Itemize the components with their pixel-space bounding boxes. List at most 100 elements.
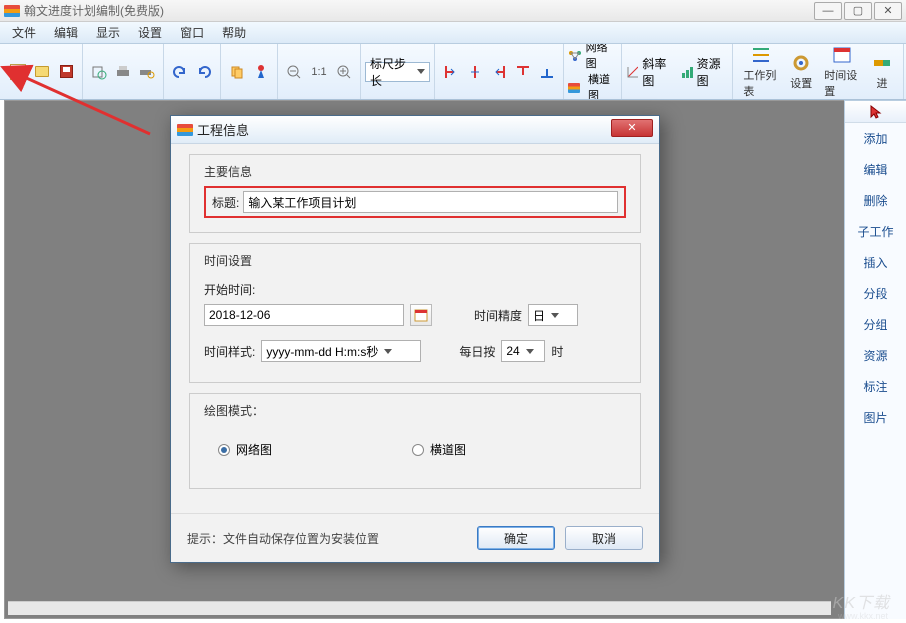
copy-button[interactable] <box>226 61 248 83</box>
ruler-step-label: 标尺步长 <box>370 55 411 89</box>
align-bottom-icon <box>539 64 555 80</box>
print-preview-button[interactable] <box>88 61 110 83</box>
radio-unchecked-icon <box>412 444 424 456</box>
chevron-down-icon <box>551 313 559 318</box>
ok-button[interactable]: 确定 <box>477 526 555 550</box>
right-sidebar: 添加 编辑 删除 子工作 插入 分段 分组 资源 标注 图片 <box>844 100 906 619</box>
progress-button[interactable]: 进 <box>865 51 899 93</box>
menu-edit[interactable]: 编辑 <box>46 22 86 43</box>
resource-chart-icon <box>680 65 692 79</box>
precision-label: 时间精度 <box>474 307 522 324</box>
dialog-hint: 提示：文件自动保存位置为安装位置 <box>187 530 467 547</box>
daily-hours-select[interactable]: 24 <box>501 340 545 362</box>
align-bottom-button[interactable] <box>536 61 558 83</box>
open-file-button[interactable] <box>31 61 53 83</box>
calendar-small-icon <box>414 308 428 322</box>
drawing-mode-group: 绘图模式： 网络图 横道图 <box>189 393 641 489</box>
zoom-reset-button[interactable]: 1:1 <box>307 61 331 83</box>
cancel-button[interactable]: 取消 <box>565 526 643 550</box>
align-right-button[interactable] <box>488 61 510 83</box>
save-file-button[interactable] <box>55 61 77 83</box>
start-date-input[interactable]: 2018-12-06 <box>204 304 404 326</box>
ruler-step-select[interactable]: 标尺步长 <box>365 62 430 82</box>
zoom-out-button[interactable] <box>283 61 305 83</box>
format-select[interactable]: yyyy-mm-dd H:m:s秒 <box>261 340 421 362</box>
radio-network-label: 网络图 <box>236 441 272 458</box>
progress-label: 进 <box>877 75 888 91</box>
sidebar-item-add[interactable]: 添加 <box>845 123 906 154</box>
format-label: 时间样式: <box>204 343 255 360</box>
title-input[interactable]: 输入某工作项目计划 <box>243 191 618 213</box>
dialog-close-button[interactable]: ✕ <box>611 119 653 137</box>
resource-chart-button[interactable]: 资源图 <box>680 55 728 89</box>
pointer-tool-button[interactable] <box>845 101 906 123</box>
align-right-icon <box>491 64 507 80</box>
daily-suffix: 时 <box>551 343 563 360</box>
time-settings-button[interactable]: 时间设置 <box>818 44 865 100</box>
horizontal-scrollbar[interactable] <box>8 601 831 615</box>
new-file-button[interactable] <box>7 61 29 83</box>
settings-big-label: 设置 <box>790 75 812 91</box>
print-button[interactable] <box>112 61 134 83</box>
time-settings-label: 时间设置 <box>824 67 859 99</box>
sidebar-item-subwork[interactable]: 子工作 <box>845 216 906 247</box>
redo-icon <box>196 64 212 80</box>
printer-icon <box>115 64 131 80</box>
drawing-mode-legend: 绘图模式： <box>200 402 268 419</box>
resource-label: 资源图 <box>697 55 729 89</box>
undo-button[interactable] <box>169 61 191 83</box>
sidebar-item-edit[interactable]: 编辑 <box>845 154 906 185</box>
maximize-button[interactable]: ▢ <box>844 2 872 20</box>
zoom-in-icon <box>336 64 352 80</box>
paste-button[interactable] <box>250 61 272 83</box>
sidebar-item-group[interactable]: 分组 <box>845 309 906 340</box>
worklist-button[interactable]: 工作列表 <box>737 44 784 100</box>
undo-icon <box>172 64 188 80</box>
close-button[interactable]: ✕ <box>874 2 902 20</box>
save-icon <box>60 65 73 78</box>
project-info-dialog: 工程信息 ✕ 主要信息 标题: 输入某工作项目计划 时间设置 开始时间: 201… <box>170 115 660 563</box>
sidebar-item-delete[interactable]: 删除 <box>845 185 906 216</box>
radio-gantt[interactable]: 横道图 <box>412 441 466 458</box>
network-chart-icon <box>568 50 582 62</box>
view-gantt-button[interactable]: 横道图 <box>568 72 617 101</box>
calendar-icon <box>831 45 853 65</box>
precision-select[interactable]: 日 <box>528 304 578 326</box>
redo-button[interactable] <box>193 61 215 83</box>
copy-icon <box>229 64 245 80</box>
sidebar-item-image[interactable]: 图片 <box>845 402 906 433</box>
settings-big-button[interactable]: 设置 <box>784 51 818 93</box>
sidebar-item-resource[interactable]: 资源 <box>845 340 906 371</box>
chevron-down-icon <box>384 349 392 354</box>
align-center-h-button[interactable] <box>464 61 486 83</box>
align-top-button[interactable] <box>512 61 534 83</box>
slope-chart-icon <box>626 65 638 79</box>
format-value: yyyy-mm-dd H:m:s秒 <box>266 343 378 360</box>
radio-network[interactable]: 网络图 <box>218 441 272 458</box>
time-settings-legend: 时间设置 <box>200 252 256 269</box>
minimize-button[interactable]: — <box>814 2 842 20</box>
date-picker-button[interactable] <box>410 304 432 326</box>
menu-settings[interactable]: 设置 <box>130 22 170 43</box>
view-network-button[interactable]: 网络图 <box>568 44 617 72</box>
print-settings-button[interactable] <box>136 61 158 83</box>
dialog-titlebar[interactable]: 工程信息 ✕ <box>171 116 659 144</box>
chevron-down-icon <box>417 69 425 74</box>
sidebar-item-annotate[interactable]: 标注 <box>845 371 906 402</box>
align-left-button[interactable] <box>440 61 462 83</box>
slope-chart-button[interactable]: 斜率图 <box>626 55 674 89</box>
preview-icon <box>91 64 107 80</box>
main-info-group: 主要信息 标题: 输入某工作项目计划 <box>189 154 641 233</box>
menu-file[interactable]: 文件 <box>4 22 44 43</box>
precision-value: 日 <box>533 307 545 324</box>
menu-window[interactable]: 窗口 <box>172 22 212 43</box>
sidebar-item-insert[interactable]: 插入 <box>845 247 906 278</box>
zoom-in-button[interactable] <box>333 61 355 83</box>
start-date-value: 2018-12-06 <box>209 308 270 322</box>
cursor-icon <box>868 104 884 120</box>
menu-help[interactable]: 帮助 <box>214 22 254 43</box>
sidebar-item-segment[interactable]: 分段 <box>845 278 906 309</box>
dialog-footer: 提示：文件自动保存位置为安装位置 确定 取消 <box>171 513 659 562</box>
menu-view[interactable]: 显示 <box>88 22 128 43</box>
daily-label: 每日按 <box>459 343 495 360</box>
